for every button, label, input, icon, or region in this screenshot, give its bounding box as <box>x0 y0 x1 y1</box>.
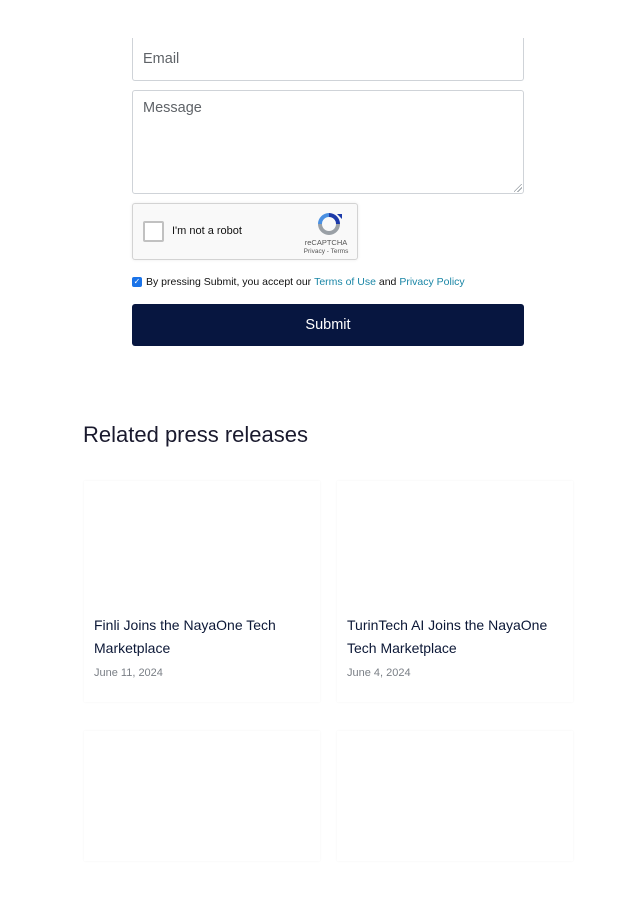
submit-label: Submit <box>305 317 351 333</box>
press-card[interactable] <box>337 731 573 861</box>
consent-and: and <box>375 276 400 288</box>
email-placeholder: Email <box>143 51 180 67</box>
terms-link[interactable]: Terms of Use <box>314 276 376 288</box>
press-card-title[interactable]: TurinTech AI Joins the NayaOne Tech Mark… <box>347 614 567 660</box>
consent-row: ✓ By pressing Submit, you accept our Ter… <box>132 276 465 288</box>
recaptcha-logo-icon <box>318 213 342 235</box>
recaptcha-label: I'm not a robot <box>172 225 242 237</box>
press-card-date: June 4, 2024 <box>347 667 411 679</box>
press-card[interactable] <box>84 731 320 861</box>
section-title: Related press releases <box>83 422 309 447</box>
privacy-link[interactable]: Privacy Policy <box>399 276 464 288</box>
recaptcha-checkbox[interactable] <box>143 221 164 242</box>
submit-button[interactable]: Submit <box>132 304 524 346</box>
press-card-title[interactable]: Finli Joins the NayaOne Tech Marketplace <box>94 614 314 660</box>
consent-text: By pressing Submit, you accept our <box>146 276 315 288</box>
recaptcha-links[interactable]: Privacy - Terms <box>293 248 359 255</box>
recaptcha-widget: I'm not a robot reCAPTCHA Privacy - Term… <box>132 203 358 260</box>
message-textarea[interactable]: Message <box>132 90 524 194</box>
press-card[interactable]: TurinTech AI Joins the NayaOne Tech Mark… <box>337 481 573 702</box>
message-placeholder: Message <box>143 100 202 116</box>
recaptcha-brand: reCAPTCHA <box>304 238 348 247</box>
resize-grip-icon[interactable] <box>514 184 522 192</box>
press-card-date: June 11, 2024 <box>94 667 163 679</box>
consent-checkbox[interactable]: ✓ <box>132 277 142 287</box>
press-card[interactable]: Finli Joins the NayaOne Tech Marketplace… <box>84 481 320 702</box>
email-field[interactable]: Email <box>132 38 524 81</box>
